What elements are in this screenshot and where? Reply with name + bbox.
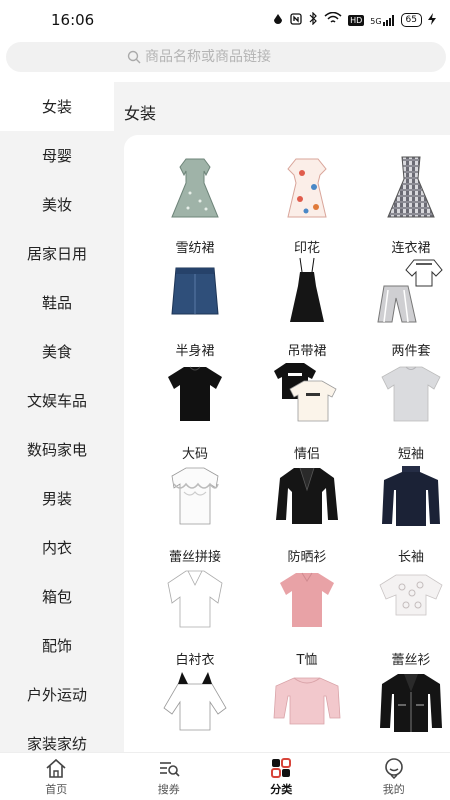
status-icons: HD 5G 65 (272, 11, 436, 28)
grey-tee-icon (381, 366, 441, 422)
subcategory-label: 印花 (293, 241, 320, 256)
sidebar-item[interactable]: 数码家电 (0, 425, 114, 474)
subcategory-label: T恤 (296, 653, 318, 668)
pink-sweater-icon (273, 677, 341, 725)
home-icon (46, 758, 66, 778)
subcategory-label: 雪纺裙 (175, 241, 215, 256)
subcategory-item[interactable]: 露肩上衣 (150, 668, 240, 752)
sidebar-item[interactable]: 女装 (0, 82, 114, 131)
subcategory-label: 吊带裙 (287, 344, 327, 359)
denim-skirt-icon (171, 267, 219, 315)
subcategory-item[interactable]: 防晒衫 (262, 462, 352, 565)
search-icon (127, 50, 141, 64)
hd-badge: HD (348, 14, 365, 26)
search-input[interactable] (145, 49, 325, 65)
location-icon (272, 13, 284, 28)
nav-category[interactable]: 分类 (225, 753, 338, 800)
signal-icon: 5G (370, 14, 394, 26)
bottom-nav: 首页 搜券 分类 我的 (0, 752, 450, 800)
nav-profile[interactable]: 我的 (338, 753, 450, 800)
bluetooth-icon (308, 11, 318, 28)
sidebar-item[interactable]: 箱包 (0, 572, 114, 621)
two-piece-icon (377, 259, 443, 323)
subcategory-item[interactable]: 吊带裙 (262, 256, 352, 359)
subcategory-label: 情侣 (293, 447, 320, 462)
subcategory-label: 短袖 (397, 447, 424, 462)
sidebar-item[interactable]: 配饰 (0, 621, 114, 670)
subcategory-item[interactable]: 情侣 (262, 359, 352, 462)
nfc-icon (290, 12, 302, 28)
subcategory-item[interactable]: 短袖 (366, 359, 450, 462)
subcategory-label: 连衣裙 (391, 241, 431, 256)
sidebar-item[interactable]: 美食 (0, 327, 114, 376)
subcategory-label: 防晒衫 (287, 550, 327, 565)
wifi-icon (324, 11, 342, 28)
category-sidebar: 女装 母婴 美妆 居家日用 鞋品 美食 文娱车品 数码家电 男装 内衣 箱包 配饰 户外运动 家装家纺 (0, 82, 114, 752)
couple-tee-icon (274, 363, 337, 422)
sidebar-item[interactable]: 户外运动 (0, 670, 114, 719)
pink-tee-icon (280, 572, 334, 627)
sidebar-item[interactable]: 家装家纺 (0, 719, 114, 752)
status-time: 16:06 (51, 11, 95, 29)
subcategory-item[interactable]: 两件套 (366, 256, 450, 359)
subcategory-item[interactable]: 蕾丝衫 (366, 565, 450, 668)
sidebar-item[interactable]: 居家日用 (0, 229, 114, 278)
sidebar-item[interactable]: 文娱车品 (0, 376, 114, 425)
search-bar[interactable] (6, 42, 446, 72)
category-title: 女装 (124, 104, 157, 123)
category-icon (271, 757, 292, 778)
charging-icon (428, 12, 436, 28)
sun-shirt-icon (276, 467, 338, 524)
subcategory-item[interactable]: 连衣裙 (366, 153, 450, 256)
printed-dress-icon (287, 158, 327, 218)
lace-top-icon (379, 574, 443, 616)
sidebar-item[interactable]: 母婴 (0, 131, 114, 180)
black-tee-icon (168, 366, 222, 421)
subcategory-item[interactable]: 白衬衣 (150, 565, 240, 668)
subcategory-item[interactable]: 半身裙 (150, 256, 240, 359)
nav-label: 分类 (270, 782, 293, 796)
nav-label: 搜券 (157, 782, 180, 796)
subcategory-item[interactable]: 印花 (262, 153, 352, 256)
subcategory-item[interactable]: 喇叭袖 (262, 668, 352, 752)
search-coupon-icon (159, 761, 180, 777)
leather-jacket-icon (380, 674, 442, 732)
plaid-dress-icon (387, 156, 435, 218)
white-shirt-icon (167, 570, 223, 628)
sidebar-item[interactable]: 内衣 (0, 523, 114, 572)
subcategory-label: 长袖 (397, 550, 424, 565)
subcategory-label: 蕾丝衫 (391, 653, 431, 668)
sidebar-item[interactable]: 鞋品 (0, 278, 114, 327)
subcategory-item[interactable]: T恤 (262, 565, 352, 668)
slip-dress-icon (290, 257, 324, 322)
battery-icon: 65 (400, 13, 422, 27)
nav-label: 我的 (382, 782, 405, 796)
navy-sweater-icon (382, 466, 440, 526)
subcategory-item[interactable]: 蕾丝拼接 (150, 462, 240, 565)
network-label: 5G (370, 16, 382, 26)
profile-icon (384, 757, 403, 779)
nav-search-coupon[interactable]: 搜券 (113, 753, 226, 800)
sidebar-item[interactable]: 男装 (0, 474, 114, 523)
nav-label: 首页 (45, 782, 68, 796)
subcategory-label: 半身裙 (175, 344, 215, 359)
nav-home[interactable]: 首页 (0, 753, 113, 800)
subcategory-item[interactable]: 长袖 (366, 462, 450, 565)
subcategory-label: 蕾丝拼接 (168, 550, 221, 565)
sidebar-item[interactable]: 美妆 (0, 180, 114, 229)
subcategory-panel: 雪纺裙 印花 连衣裙半身裙 吊带裙 两件套大码 情侣 短袖蕾丝拼接 防晒衫 长袖白衬衣 T恤 蕾丝衫… (124, 135, 450, 752)
subcategory-label: 白衬衣 (175, 653, 215, 668)
bow-top-icon (163, 672, 227, 731)
chiffon-dress-icon (171, 158, 219, 218)
status-bar: 16:06 HD 5G 65 (0, 0, 450, 40)
subcategory-item[interactable]: 大码 (150, 359, 240, 462)
category-content: 女装 雪纺裙 印花 连衣裙半身裙 吊带裙 两件套大码 情侣 短袖蕾丝拼接 防晒衫 长袖白衬衣 T恤… (114, 82, 450, 752)
lace-blouse-icon (171, 467, 219, 525)
subcategory-item[interactable]: 皮衣 (366, 668, 450, 752)
subcategory-label: 大码 (181, 447, 208, 462)
subcategory-label: 两件套 (391, 344, 431, 359)
subcategory-item[interactable]: 雪纺裙 (150, 153, 240, 256)
